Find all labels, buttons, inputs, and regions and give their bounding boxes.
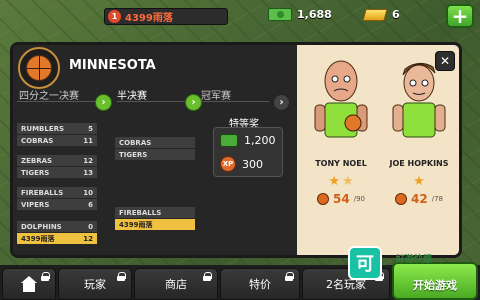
- gold-bar-icon: [362, 8, 388, 21]
- cash-display: 1,688: [268, 8, 332, 21]
- divider: [17, 101, 101, 102]
- prize-cash-row: 1,200: [220, 134, 276, 147]
- player-stat: 54 /90: [305, 192, 377, 206]
- add-currency-button[interactable]: +: [446, 4, 474, 28]
- basketball-icon: [317, 193, 330, 205]
- gold-amount: 6: [392, 8, 400, 21]
- player-card[interactable]: JOE HOPKINS ★ 42 /78: [383, 53, 455, 206]
- tab-players[interactable]: 玩家: [58, 268, 132, 300]
- player-name-label: JOE HOPKINS: [389, 159, 449, 168]
- bracket-team: TIGERS: [115, 149, 195, 160]
- players-section: TONY NOEL ★ ★ 54 /90 JOE HOPKINS ★ 42 /7…: [297, 45, 459, 255]
- player-card[interactable]: TONY NOEL ★ ★ 54 /90: [305, 53, 377, 206]
- bracket-team: FIREBALLS: [115, 207, 195, 218]
- lock-icon: [285, 272, 294, 281]
- player-profile[interactable]: 1 4399雨落: [104, 8, 228, 25]
- player-stat: 42 /78: [383, 192, 455, 206]
- basketball-icon: [26, 55, 52, 81]
- half-star-icon: ★: [342, 174, 354, 189]
- team-title: MINNESOTA: [69, 58, 156, 73]
- round-quarterfinal: 四分之一决赛: [19, 91, 79, 102]
- bracket-team: VIPERS 6: [17, 199, 97, 210]
- next-round-arrow-icon[interactable]: ›: [273, 94, 290, 111]
- tournament-panel: MINNESOTA 四分之一决赛 半决赛 冠军赛 › › › RUMBLERS 5…: [10, 42, 462, 258]
- next-round-arrow-icon[interactable]: ›: [95, 94, 112, 111]
- tab-shop[interactable]: 商店: [134, 268, 218, 300]
- level-badge: 1: [108, 10, 121, 23]
- prize-xp-row: XP 300: [220, 156, 263, 172]
- lock-icon: [203, 272, 212, 281]
- divider: [201, 101, 269, 102]
- cash-icon: [220, 134, 238, 147]
- team-logo: [18, 47, 60, 89]
- round-semifinal: 半决赛: [117, 91, 147, 102]
- xp-icon: XP: [220, 156, 236, 172]
- bracket-team: TIGERS 13: [17, 167, 97, 178]
- cash-amount: 1,688: [297, 8, 332, 21]
- star-rating: ★: [383, 174, 455, 189]
- bracket-team: DOLPHINS 0: [17, 221, 97, 232]
- prize-cash: 1,200: [244, 134, 276, 147]
- bracket-team-player: 4399雨落 12: [17, 233, 97, 244]
- lock-icon: [41, 272, 50, 281]
- home-tab[interactable]: [2, 268, 56, 300]
- star-icon: ★: [328, 174, 340, 189]
- next-round-arrow-icon[interactable]: ›: [185, 94, 202, 111]
- divider: [117, 101, 189, 102]
- watermark-logo: 可: [348, 246, 382, 280]
- bracket-team: FIREBALLS 10: [17, 187, 97, 198]
- home-icon: [19, 276, 39, 292]
- bracket-section: MINNESOTA 四分之一决赛 半决赛 冠军赛 › › › RUMBLERS 5…: [13, 45, 297, 255]
- watermark-text: 好游快爆: [396, 255, 433, 265]
- bracket-team-player: 4399雨落: [115, 219, 195, 230]
- tab-specials[interactable]: 特价: [220, 268, 300, 300]
- star-rating: ★ ★: [305, 174, 377, 189]
- star-icon: ★: [413, 174, 425, 189]
- lock-icon: [117, 272, 126, 281]
- start-game-button[interactable]: 开始游戏: [392, 262, 478, 300]
- round-final: 冠军赛: [201, 91, 231, 102]
- player-name-label: TONY NOEL: [315, 159, 367, 168]
- bracket-team: ZEBRAS 12: [17, 155, 97, 166]
- prize-xp: 300: [242, 157, 263, 171]
- bracket-team: COBRAS: [115, 137, 195, 148]
- bracket-team: COBRAS 11: [17, 135, 97, 146]
- gold-display: 6: [362, 8, 400, 21]
- player-name: 4399雨落: [125, 13, 173, 24]
- bracket-team: RUMBLERS 5: [17, 123, 97, 134]
- top-bar: 1 4399雨落 1,688 6 +: [0, 0, 480, 34]
- close-button[interactable]: ✕: [435, 51, 455, 71]
- cash-icon: [268, 8, 292, 21]
- basketball-icon: [395, 193, 408, 205]
- prize-box: 1,200 XP 300: [213, 127, 283, 177]
- player-avatar-tony: [314, 60, 368, 138]
